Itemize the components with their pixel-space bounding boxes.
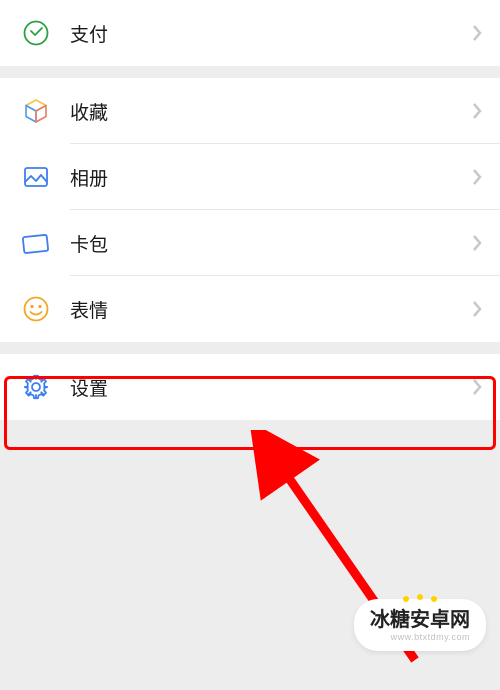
watermark-text: 冰糖安卓网 (370, 609, 470, 631)
watermark-url: www.btxtdmy.com (391, 633, 470, 643)
row-label: 相册 (70, 164, 472, 191)
chevron-right-icon (472, 24, 482, 42)
favorites-icon (20, 95, 52, 127)
chevron-right-icon (472, 234, 482, 252)
row-emoticon[interactable]: 表情 (0, 276, 500, 342)
chevron-right-icon (472, 102, 482, 120)
group-content: 收藏 相册 卡包 (0, 78, 500, 342)
watermark: 冰糖安卓网 www.btxtdmy.com (354, 599, 486, 651)
row-pay[interactable]: 支付 (0, 0, 500, 66)
chevron-right-icon (472, 168, 482, 186)
annotation-arrow (245, 430, 445, 690)
row-label: 卡包 (70, 230, 472, 257)
chevron-right-icon (472, 300, 482, 318)
row-label: 表情 (70, 296, 472, 323)
row-label: 设置 (70, 374, 472, 401)
row-settings[interactable]: 设置 (0, 354, 500, 420)
row-favorites[interactable]: 收藏 (0, 78, 500, 144)
group-settings: 设置 (0, 354, 500, 420)
chevron-right-icon (472, 378, 482, 396)
row-label: 支付 (70, 20, 472, 47)
row-cards[interactable]: 卡包 (0, 210, 500, 276)
album-icon (20, 161, 52, 193)
cards-icon (20, 227, 52, 259)
row-label: 收藏 (70, 98, 472, 125)
row-album[interactable]: 相册 (0, 144, 500, 210)
group-pay: 支付 (0, 0, 500, 66)
emoticon-icon (20, 293, 52, 325)
pay-icon (20, 17, 52, 49)
settings-icon (20, 371, 52, 403)
